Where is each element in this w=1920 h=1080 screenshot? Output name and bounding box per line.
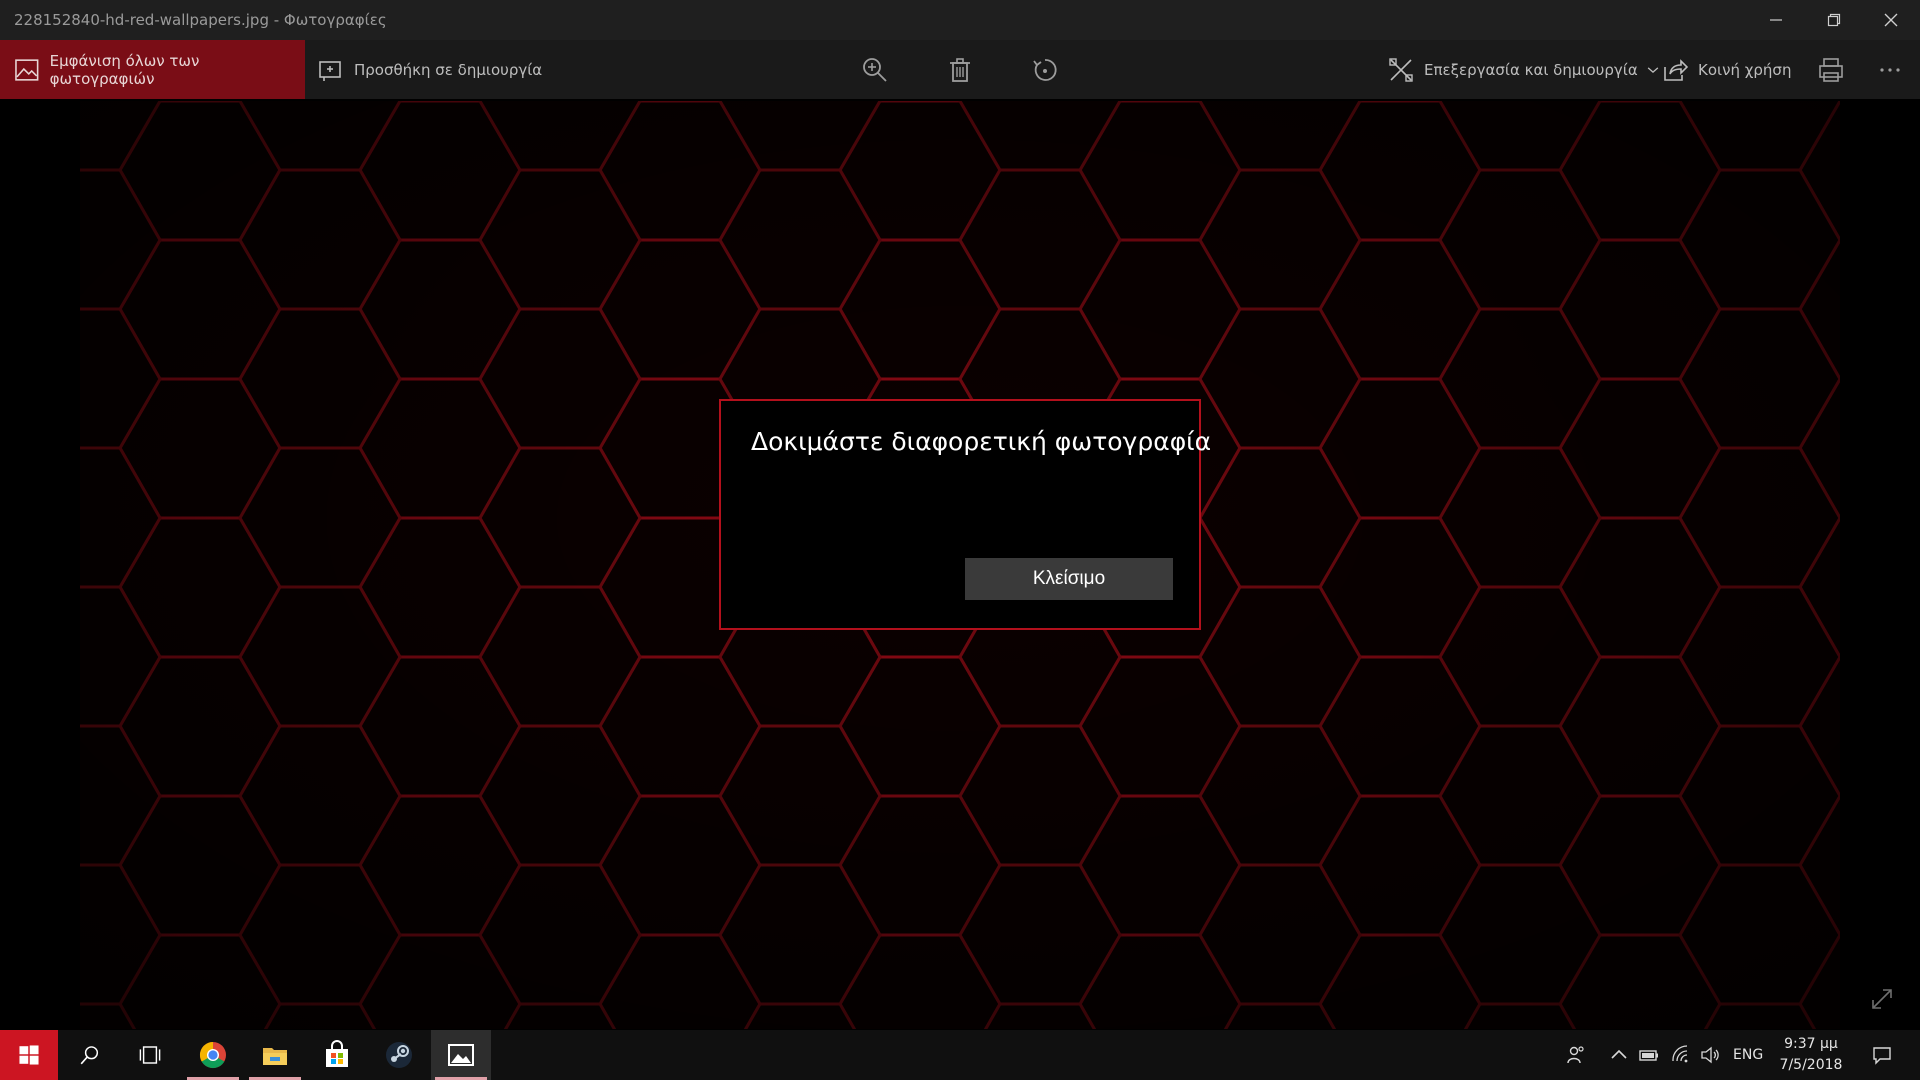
steam-taskbar-button[interactable] — [369, 1030, 429, 1080]
task-view-button[interactable] — [120, 1030, 180, 1080]
restore-button[interactable] — [1806, 0, 1862, 40]
speaker-icon — [1701, 1046, 1719, 1064]
close-window-button[interactable] — [1863, 0, 1919, 40]
network-status[interactable] — [1668, 1030, 1694, 1080]
minimize-button[interactable] — [1748, 0, 1804, 40]
minimize-icon — [1770, 19, 1782, 21]
taskbar: ENG 9:37 μμ 7/5/2018 — [0, 1030, 1920, 1080]
close-icon — [1884, 13, 1898, 27]
command-bar: Εμφάνιση όλων των φωτογραφιών Προσθήκη σ… — [0, 40, 1920, 99]
restore-icon — [1827, 13, 1841, 27]
clock-date: 7/5/2018 — [1779, 1057, 1843, 1073]
store-bag-icon — [326, 1040, 348, 1067]
zoom-button[interactable] — [845, 40, 905, 99]
input-language-indicator[interactable]: ENG — [1733, 1030, 1763, 1080]
windows-logo-icon — [19, 1045, 39, 1065]
dialog-close-button[interactable]: Κλείσιμο — [965, 558, 1173, 600]
chrome-icon — [199, 1041, 226, 1069]
file-explorer-taskbar-button[interactable] — [245, 1030, 305, 1080]
add-to-creation-button[interactable]: Προσθήκη σε δημιουργία — [318, 40, 542, 99]
battery-icon — [1639, 1050, 1658, 1061]
delete-button[interactable] — [930, 40, 990, 99]
more-options-button[interactable] — [1860, 40, 1920, 99]
see-all-photos-label: Εμφάνιση όλων των φωτογραφιών — [49, 51, 200, 88]
chevron-down-icon — [1647, 66, 1658, 73]
people-icon — [1567, 1046, 1584, 1064]
notification-icon — [1873, 1047, 1891, 1065]
expand-icon — [1872, 989, 1892, 1009]
error-dialog: Δοκιμάστε διαφορετική φωτογραφία Κλείσιμ… — [719, 399, 1211, 630]
print-button[interactable] — [1801, 40, 1861, 99]
zoom-in-icon — [863, 57, 887, 82]
chrome-taskbar-button[interactable] — [183, 1030, 243, 1080]
trash-icon — [950, 57, 970, 82]
photo-icon — [15, 58, 39, 81]
printer-icon — [1819, 57, 1843, 82]
store-taskbar-button[interactable] — [307, 1030, 367, 1080]
steam-icon — [386, 1042, 412, 1068]
fullscreen-button[interactable] — [1862, 979, 1902, 1019]
edit-create-icon — [1389, 57, 1413, 82]
window-title: 228152840-hd-red-wallpapers.jpg - Φωτογρ… — [14, 11, 387, 29]
share-icon — [1664, 58, 1688, 81]
add-to-creation-icon — [319, 60, 341, 81]
rotate-icon — [1033, 58, 1057, 81]
show-hidden-icons-button[interactable] — [1606, 1030, 1632, 1080]
edit-create-button[interactable]: Επεξεργασία και δημιουργία — [1388, 40, 1660, 99]
title-bar: 228152840-hd-red-wallpapers.jpg - Φωτογρ… — [0, 0, 1920, 40]
ellipsis-icon — [1880, 67, 1900, 72]
task-view-icon — [139, 1046, 161, 1064]
taskbar-clock[interactable]: 9:37 μμ 7/5/2018 — [1772, 1034, 1850, 1076]
search-icon — [80, 1046, 99, 1065]
rotate-button[interactable] — [1015, 40, 1075, 99]
share-button[interactable]: Κοινή χρήση — [1662, 40, 1791, 99]
wifi-icon — [1672, 1045, 1688, 1063]
people-button[interactable] — [1560, 1030, 1592, 1080]
photos-taskbar-button[interactable] — [431, 1030, 491, 1080]
chevron-up-icon — [1611, 1049, 1627, 1059]
action-center-button[interactable] — [1864, 1030, 1900, 1080]
search-button[interactable] — [60, 1030, 120, 1080]
volume-control[interactable] — [1697, 1030, 1723, 1080]
see-all-photos-button[interactable]: Εμφάνιση όλων των φωτογραφιών — [0, 40, 305, 99]
share-label: Κοινή χρήση — [1698, 60, 1792, 79]
photos-app-icon — [448, 1044, 474, 1066]
folder-icon — [263, 1048, 287, 1065]
add-to-creation-label: Προσθήκη σε δημιουργία — [354, 60, 543, 79]
dialog-heading: Δοκιμάστε διαφορετική φωτογραφία — [751, 427, 1212, 456]
start-button[interactable] — [0, 1030, 58, 1080]
battery-status[interactable] — [1636, 1030, 1662, 1080]
edit-create-label: Επεξεργασία και δημιουργία — [1424, 60, 1638, 79]
clock-time: 9:37 μμ — [1784, 1036, 1838, 1052]
